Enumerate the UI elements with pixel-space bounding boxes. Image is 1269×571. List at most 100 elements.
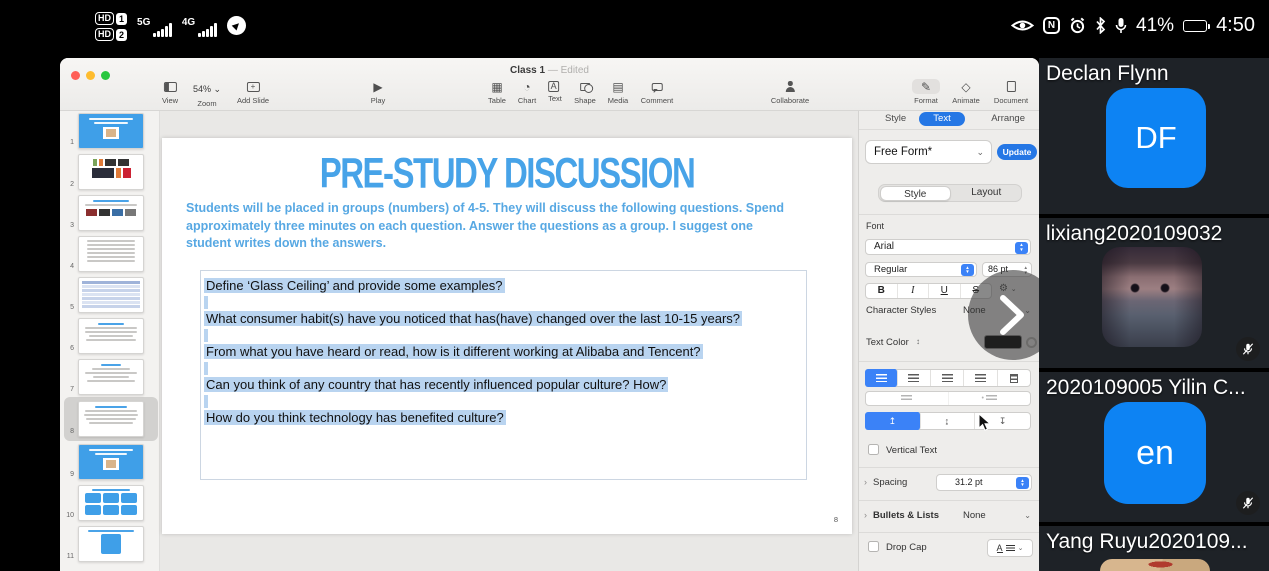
slide-thumbnail[interactable]	[78, 154, 144, 190]
align-justify-button[interactable]	[964, 370, 997, 386]
character-styles-label: Character Styles	[866, 305, 936, 316]
participant-name: lixiang2020109032	[1046, 222, 1265, 246]
collaborate-icon	[771, 79, 809, 94]
avatar	[1100, 559, 1210, 571]
animate-icon: ◇	[952, 79, 980, 94]
toolbar-button-table[interactable]: ▦ Table	[488, 79, 506, 105]
font-weight-select[interactable]: Regular ▲▼	[865, 262, 977, 277]
vertical-text-checkbox[interactable]	[868, 444, 879, 455]
slide-thumbnail[interactable]	[78, 444, 144, 480]
alarm-icon	[1069, 17, 1086, 34]
drop-cap-checkbox[interactable]	[868, 541, 879, 552]
valign-top-button[interactable]: ↥	[865, 412, 921, 430]
media-icon: ▤	[608, 79, 628, 94]
stepper-icon[interactable]: ▲▼	[1016, 477, 1029, 489]
tab-style[interactable]: Style	[885, 113, 906, 124]
participant-tile[interactable]: Yang Ruyu2020109...	[1039, 526, 1269, 571]
align-natural-button[interactable]	[998, 370, 1030, 386]
question-1[interactable]: Define ‘Glass Ceiling’ and provide some …	[204, 277, 786, 294]
align-right-button[interactable]	[931, 370, 964, 386]
participant-tile[interactable]: lixiang2020109032	[1039, 218, 1269, 368]
toolbar-button-chart[interactable]: ◔ Chart	[518, 79, 536, 105]
bold-button[interactable]: B	[866, 284, 898, 298]
spacing-select[interactable]: 31.2 pt ▲▼	[936, 474, 1032, 491]
volte-badges: HD 1 HD 2	[95, 12, 127, 41]
toolbar-button-text[interactable]: A Text	[548, 79, 562, 103]
toolbar-button-play[interactable]: ▶ Play	[371, 79, 386, 105]
toolbar-button-comment[interactable]: Comment	[641, 79, 674, 105]
battery-percent: 41%	[1136, 15, 1174, 37]
paragraph-style-dropdown[interactable]: Free Form* ⌄	[865, 140, 992, 164]
mouse-cursor	[978, 413, 991, 437]
underline-button[interactable]: U	[929, 284, 961, 298]
bullets-lists-label: Bullets & Lists	[873, 510, 939, 521]
hd-sim1-badge: HD 1	[95, 12, 127, 25]
italic-button[interactable]: I	[898, 284, 930, 298]
participant-tile[interactable]: 2020109005 Yilin C... en	[1039, 372, 1269, 522]
participant-tile[interactable]: Declan Flynn DF	[1039, 58, 1269, 214]
vertical-alignment-buttons: ↥ ↨ ↧	[865, 412, 1031, 430]
toolbar-button-format[interactable]: ✎ Format	[912, 79, 940, 105]
stepper-icon[interactable]: ▲▼	[961, 264, 974, 276]
toolbar-button-collaborate[interactable]: Collaborate	[771, 79, 809, 105]
eye-comfort-icon	[1011, 18, 1034, 33]
slide-thumbnail[interactable]	[78, 195, 144, 231]
bullets-lists-value[interactable]: None	[963, 510, 986, 521]
align-left-button[interactable]	[865, 369, 898, 387]
text-lines-icon	[1006, 545, 1015, 552]
question-3[interactable]: From what you have heard or read, how is…	[204, 343, 786, 360]
question-5[interactable]: How do you think technology has benefite…	[204, 409, 786, 426]
mic-muted-icon	[1236, 337, 1260, 361]
selected-blank-line	[204, 327, 786, 343]
increase-indent-button[interactable]: •	[949, 392, 1031, 405]
slide-thumbnail[interactable]	[78, 485, 144, 521]
questions-text-box[interactable]: Define ‘Glass Ceiling’ and provide some …	[200, 270, 807, 480]
slide-thumbnail[interactable]	[78, 318, 144, 354]
view-icon	[162, 79, 178, 94]
font-family-select[interactable]: Arial ▲▼	[865, 239, 1031, 255]
toolbar-button-document[interactable]: Document	[994, 79, 1028, 105]
chart-icon: ◔	[518, 79, 536, 94]
toolbar-button-add-slide[interactable]: + Add Slide	[237, 79, 269, 105]
slide-thumbnail[interactable]	[78, 236, 144, 272]
slide-thumbnail[interactable]	[78, 359, 144, 395]
toolbar-button-shape[interactable]: Shape	[574, 79, 596, 105]
toolbar-button-view[interactable]: View	[162, 79, 178, 105]
disclosure-icon[interactable]: ›	[864, 477, 867, 487]
decrease-indent-button[interactable]	[866, 392, 949, 405]
slide-thumbnail[interactable]	[78, 277, 144, 313]
signal-bars-icon	[153, 23, 172, 37]
update-style-button[interactable]: Update	[997, 144, 1037, 160]
stepper-icon[interactable]: ▲▼	[1015, 242, 1028, 254]
add-slide-icon: +	[237, 79, 269, 94]
disclosure-icon[interactable]: ›	[864, 510, 867, 520]
participant-strip: Declan Flynn DF lixiang2020109032 202010…	[1039, 58, 1269, 571]
slide-thumbnail-selected[interactable]	[78, 401, 144, 437]
sim1-signal: 5G	[137, 17, 172, 37]
question-4[interactable]: Can you think of any country that has re…	[204, 376, 786, 393]
drop-cap-style-button[interactable]: A ⌄	[987, 539, 1033, 557]
slide-intro-text[interactable]: Students will be placed in groups (numbe…	[186, 200, 800, 253]
signal-bars-icon	[198, 23, 217, 37]
segment-style[interactable]: Style	[880, 186, 952, 201]
align-center-button[interactable]	[897, 370, 930, 386]
slide-thumbnail[interactable]	[78, 526, 144, 562]
slide-8-canvas[interactable]: PRE-STUDY DISCUSSION Students will be pl…	[162, 138, 852, 534]
zoom-value[interactable]: 54% ⌄	[193, 81, 221, 94]
question-2[interactable]: What consumer habit(s) have you noticed …	[204, 310, 786, 327]
segment-layout[interactable]: Layout	[952, 185, 1022, 201]
tab-text[interactable]: Text	[919, 112, 965, 126]
toolbar-button-media[interactable]: ▤ Media	[608, 79, 628, 105]
keynote-titlebar: Class 1 — Edited View 54% ⌄ Zoom + Add S…	[60, 58, 1039, 111]
slide-thumbnail[interactable]	[78, 113, 144, 149]
valign-middle-button[interactable]: ↨	[920, 413, 976, 429]
inspector-tabs: Style Text Arrange	[859, 113, 1039, 127]
tab-arrange[interactable]: Arrange	[991, 113, 1025, 124]
drop-cap-label: Drop Cap	[886, 542, 927, 553]
chevron-down-icon: ⌄	[1024, 511, 1031, 520]
chevron-right-icon	[990, 287, 1036, 343]
slide-title[interactable]: PRE-STUDY DISCUSSION	[162, 149, 852, 198]
toolbar-button-animate[interactable]: ◇ Animate	[952, 79, 980, 105]
toolbar-button-zoom[interactable]: 54% ⌄ Zoom	[193, 79, 221, 108]
play-icon: ▶	[371, 79, 386, 94]
